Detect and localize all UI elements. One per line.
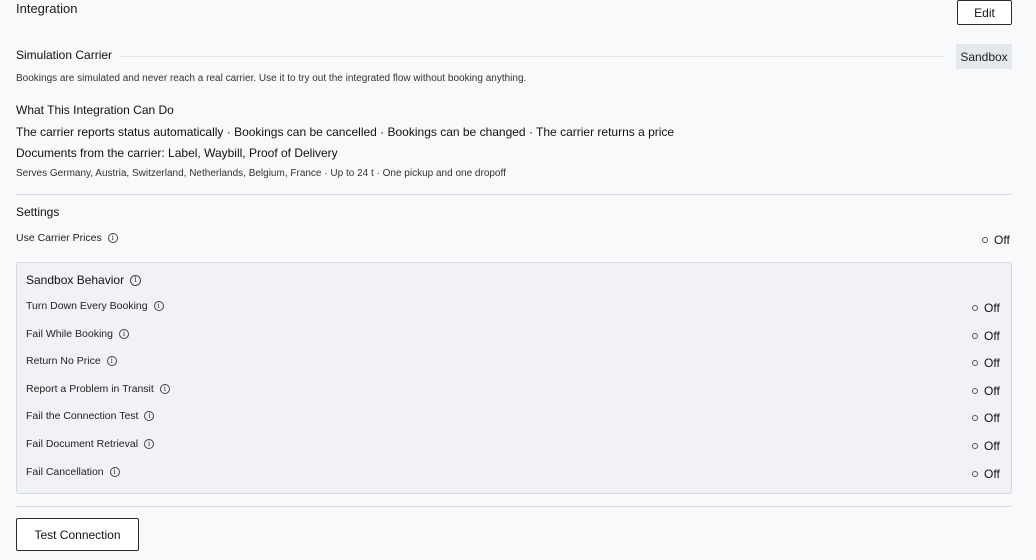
toggle-value: Off (984, 467, 1000, 481)
capabilities-documents: Documents from the carrier: Label, Waybi… (16, 146, 338, 160)
radio-off-icon (972, 443, 978, 449)
setting-label: Use Carrier Prices (16, 232, 102, 244)
sandbox-item-label: Fail While Booking (26, 328, 113, 340)
sandbox-item-label: Return No Price (26, 355, 101, 367)
toggle-value: Off (984, 411, 1000, 425)
info-icon[interactable]: i (107, 233, 118, 243)
capabilities-features: The carrier reports status automatically… (16, 125, 675, 139)
test-connection-button[interactable]: Test Connection (16, 518, 139, 551)
sandbox-item-fail-connection-test: Fail the Connection Test i (26, 410, 155, 422)
radio-off-icon (972, 388, 978, 394)
toggle-value: Off (984, 356, 1000, 370)
section-divider (16, 194, 1012, 195)
capabilities-heading: What This Integration Can Do (16, 103, 174, 117)
sandbox-item-label: Fail Cancellation (26, 466, 104, 478)
fail-cancellation-toggle[interactable]: Off (972, 467, 1000, 481)
sandbox-item-fail-while-booking: Fail While Booking i (26, 328, 129, 340)
radio-off-icon (972, 333, 978, 339)
toggle-value: Off (984, 329, 1000, 343)
info-icon[interactable]: i (144, 439, 155, 449)
sandbox-behavior-panel (16, 262, 1012, 494)
sandbox-item-label: Fail Document Retrieval (26, 438, 139, 450)
toggle-value: Off (994, 233, 1010, 247)
fail-connection-test-toggle[interactable]: Off (972, 411, 1000, 425)
info-icon[interactable]: i (109, 467, 120, 477)
edit-button[interactable]: Edit (957, 0, 1012, 25)
carrier-name: Simulation Carrier (16, 48, 113, 62)
toggle-value: Off (984, 384, 1000, 398)
info-icon[interactable]: i (118, 329, 129, 339)
report-problem-in-transit-toggle[interactable]: Off (972, 384, 1000, 398)
info-icon[interactable]: i (144, 411, 155, 421)
info-icon[interactable]: i (153, 301, 164, 311)
settings-heading: Settings (16, 205, 60, 219)
info-icon[interactable]: i (130, 274, 142, 286)
sandbox-badge: Sandbox (956, 44, 1012, 69)
footer-divider (16, 506, 1012, 507)
radio-off-icon (982, 237, 988, 243)
radio-off-icon (972, 471, 978, 477)
radio-off-icon (972, 305, 978, 311)
sandbox-item-fail-cancellation: Fail Cancellation i (26, 466, 120, 478)
sandbox-behavior-title: Sandbox Behavior (26, 273, 125, 287)
toggle-value: Off (984, 439, 1000, 453)
fail-document-retrieval-toggle[interactable]: Off (972, 439, 1000, 453)
capabilities-coverage: Serves Germany, Austria, Switzerland, Ne… (16, 168, 506, 179)
radio-off-icon (972, 415, 978, 421)
page-title: Integration (16, 1, 78, 16)
sandbox-item-turn-down-every-booking: Turn Down Every Booking i (26, 300, 164, 312)
use-carrier-prices-toggle[interactable]: Off (982, 233, 1010, 247)
toggle-value: Off (984, 301, 1000, 315)
sandbox-item-fail-document-retrieval: Fail Document Retrieval i (26, 438, 155, 450)
info-icon[interactable]: i (159, 384, 170, 394)
sandbox-item-label: Turn Down Every Booking (26, 300, 148, 312)
carrier-divider (119, 56, 944, 57)
sandbox-item-label: Report a Problem in Transit (26, 383, 154, 395)
setting-use-carrier-prices: Use Carrier Prices i (16, 232, 118, 244)
sandbox-item-return-no-price: Return No Price i (26, 355, 117, 367)
info-icon[interactable]: i (106, 356, 117, 366)
integration-page: Integration Edit Simulation Carrier Sand… (0, 0, 1036, 560)
fail-while-booking-toggle[interactable]: Off (972, 329, 1000, 343)
sandbox-item-report-problem-in-transit: Report a Problem in Transit i (26, 383, 170, 395)
return-no-price-toggle[interactable]: Off (972, 356, 1000, 370)
radio-off-icon (972, 360, 978, 366)
carrier-description: Bookings are simulated and never reach a… (16, 73, 527, 84)
turn-down-every-booking-toggle[interactable]: Off (972, 301, 1000, 315)
sandbox-item-label: Fail the Connection Test (26, 410, 139, 422)
sandbox-behavior-heading: Sandbox Behavior i (26, 273, 142, 287)
